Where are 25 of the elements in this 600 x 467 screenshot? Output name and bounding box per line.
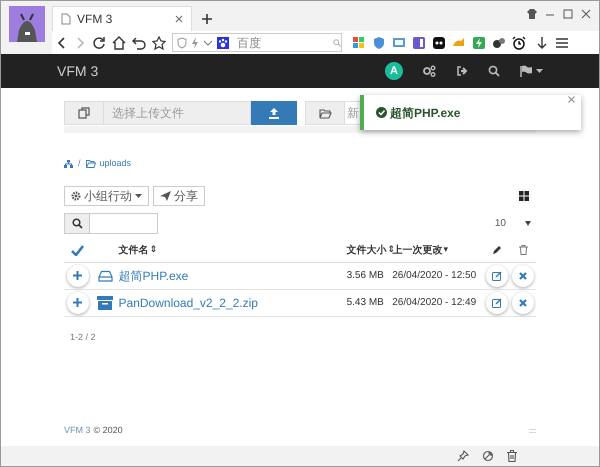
sort-indicator: ▾	[443, 243, 448, 256]
file-size: 3.56 MB	[346, 270, 384, 281]
breadcrumb-separator: /	[78, 157, 81, 170]
group-actions-button[interactable]: 小组行动	[64, 186, 149, 206]
file-link[interactable]: PanDownload_v2_2_2.zip	[118, 296, 258, 310]
share-button[interactable]: 分享	[153, 186, 205, 206]
breadcrumb-link[interactable]: uploads	[86, 157, 132, 170]
column-header[interactable]: 文件名⇕	[118, 242, 158, 258]
column-header[interactable]: 文件大小⇕	[346, 242, 395, 258]
item-count: 1-2 / 2	[70, 330, 96, 344]
page-size-select[interactable]: 10	[494, 216, 531, 230]
address-bar[interactable]: 百度	[172, 33, 342, 52]
toast-message: 超简PHP.exe	[390, 104, 460, 122]
tab-title: VFM 3	[77, 11, 114, 28]
file-size: 5.43 MB	[346, 297, 384, 308]
browser-tab[interactable]: VFM 3	[52, 6, 192, 31]
copyright-text: © 2020	[94, 424, 123, 437]
brand[interactable]: VFM 3	[57, 60, 98, 82]
sort-indicator: ⇕	[150, 243, 158, 256]
file-date: 26/04/2020 - 12:49	[392, 297, 476, 308]
file-link[interactable]: 超简PHP.exe	[118, 268, 188, 282]
column-header[interactable]: 上一次更改▾	[392, 242, 448, 258]
file-input[interactable]: 选择上传文件	[104, 101, 251, 125]
sort-indicator: ⇕	[387, 243, 395, 256]
file-date: 26/04/2020 - 12:50	[392, 270, 476, 281]
